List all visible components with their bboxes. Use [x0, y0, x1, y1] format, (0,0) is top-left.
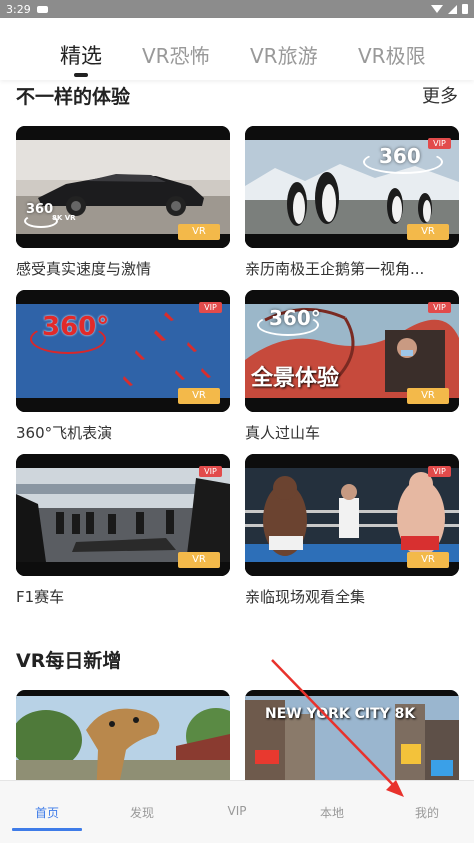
video-thumbnail[interactable]: VIP VR [245, 454, 459, 576]
vip-badge: VIP [428, 138, 451, 149]
section-title-daily: VR每日新增 [16, 650, 122, 672]
vr-badge: VR [407, 552, 449, 568]
status-bar: 3:29 [0, 0, 474, 18]
video-card[interactable]: 360 VIP VR 亲历南极王企鹅第一视角... [245, 126, 459, 279]
nav-vip[interactable]: VIP [190, 781, 284, 843]
video-thumbnail[interactable]: 360 8K VR VR [16, 126, 230, 248]
vr-badge: VR [178, 224, 220, 240]
nav-mine[interactable]: 我的 [380, 781, 474, 843]
nav-discover[interactable]: 发现 [95, 781, 189, 843]
nav-label: 首页 [34, 806, 59, 820]
video-title: 真人过山车 [245, 424, 321, 442]
video-thumbnail[interactable]: VIP VR [16, 454, 230, 576]
nav-home[interactable]: 首页 [0, 781, 94, 843]
more-link[interactable]: 更多 [422, 82, 458, 108]
360-ring-icon [363, 150, 443, 174]
video-card[interactable]: VIP VR 亲临现场观看全集 [245, 454, 459, 607]
video-card[interactable]: 360° 全景体验 VIP VR 真人过山车 [245, 290, 459, 443]
nav-local[interactable]: 本地 [285, 781, 379, 843]
overlay-subtitle: 8K VR [52, 214, 76, 222]
section-title-featured: 不一样的体验 [16, 86, 131, 108]
active-tab-indicator [74, 73, 88, 77]
tab-vr-travel[interactable]: VR旅游 [250, 40, 318, 69]
nav-label: 本地 [319, 806, 344, 820]
video-card[interactable]: VIP VR F1赛车 [16, 454, 230, 607]
wifi-icon [431, 5, 443, 13]
tab-vr-extreme[interactable]: VR极限 [358, 40, 426, 69]
vr-badge: VR [407, 224, 449, 240]
video-thumbnail[interactable]: 360° 全景体验 VIP VR [245, 290, 459, 412]
tab-vr-horror[interactable]: VR恐怖 [142, 40, 210, 69]
360-ring-icon [30, 324, 106, 354]
video-card[interactable]: 360° VIP VR 360°飞机表演 [16, 290, 230, 443]
overlay-caption: 全景体验 [251, 366, 340, 391]
video-title: 亲历南极王企鹅第一视角... [245, 260, 425, 278]
overlay-caption: NEW YORK CITY 8K [265, 706, 416, 722]
nav-label: 我的 [414, 806, 439, 820]
bottom-nav-bar: 首页 发现 VIP 本地 我的 [0, 780, 474, 843]
video-thumbnail[interactable]: 360° VIP VR [16, 290, 230, 412]
nav-label: 发现 [129, 806, 154, 820]
signal-icon [448, 4, 457, 14]
nav-label: VIP [227, 804, 247, 818]
video-title: F1赛车 [16, 588, 65, 606]
360-ring-icon [257, 314, 319, 336]
tab-featured[interactable]: 精选 [60, 40, 102, 70]
video-title: 感受真实速度与激情 [16, 260, 152, 278]
vip-badge: VIP [199, 466, 222, 477]
video-title: 亲临现场观看全集 [245, 588, 366, 606]
category-tab-bar: 精选 VR恐怖 VR旅游 VR极限 [0, 18, 474, 80]
vr-badge: VR [178, 552, 220, 568]
gamepad-icon [36, 5, 48, 13]
vr-badge: VR [178, 388, 220, 404]
active-nav-indicator [12, 828, 82, 831]
video-title: 360°飞机表演 [16, 424, 113, 442]
video-thumbnail[interactable]: 360 VIP VR [245, 126, 459, 248]
vip-badge: VIP [428, 302, 451, 313]
vip-badge: VIP [199, 302, 222, 313]
battery-icon [462, 4, 468, 14]
video-card[interactable]: 360 8K VR VR 感受真实速度与激情 [16, 126, 230, 279]
status-time: 3:29 [6, 2, 31, 16]
vip-badge: VIP [428, 466, 451, 477]
vr-badge: VR [407, 388, 449, 404]
